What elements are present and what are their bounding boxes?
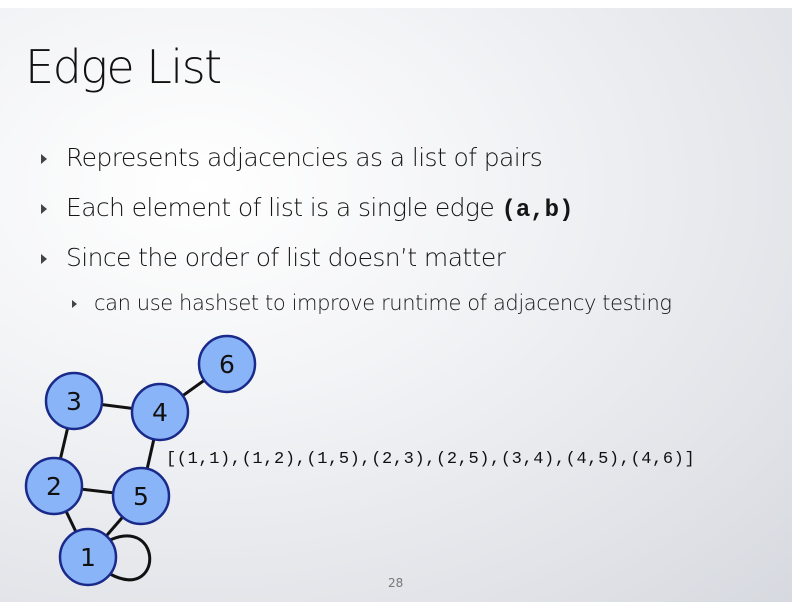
node-6: 6 bbox=[197, 334, 257, 394]
node-label: 3 bbox=[66, 387, 82, 416]
node-5: 5 bbox=[111, 466, 171, 526]
node-1: 1 bbox=[58, 527, 118, 587]
node-label: 5 bbox=[133, 482, 149, 511]
node-2: 2 bbox=[24, 456, 84, 516]
graph-diagram: 1 2 3 4 5 6 bbox=[24, 334, 257, 587]
node-label: 1 bbox=[80, 543, 96, 572]
node-label: 4 bbox=[152, 398, 168, 427]
node-3: 3 bbox=[44, 371, 104, 431]
page-number: 28 bbox=[388, 576, 404, 590]
node-4: 4 bbox=[130, 382, 190, 442]
edge-list-text: [(1,1),(1,2),(1,5),(2,3),(2,5),(3,4),(4,… bbox=[166, 450, 696, 469]
node-label: 6 bbox=[219, 350, 235, 379]
slide: Edge List Represents adjacencies as a li… bbox=[0, 8, 792, 602]
node-label: 2 bbox=[46, 472, 62, 501]
